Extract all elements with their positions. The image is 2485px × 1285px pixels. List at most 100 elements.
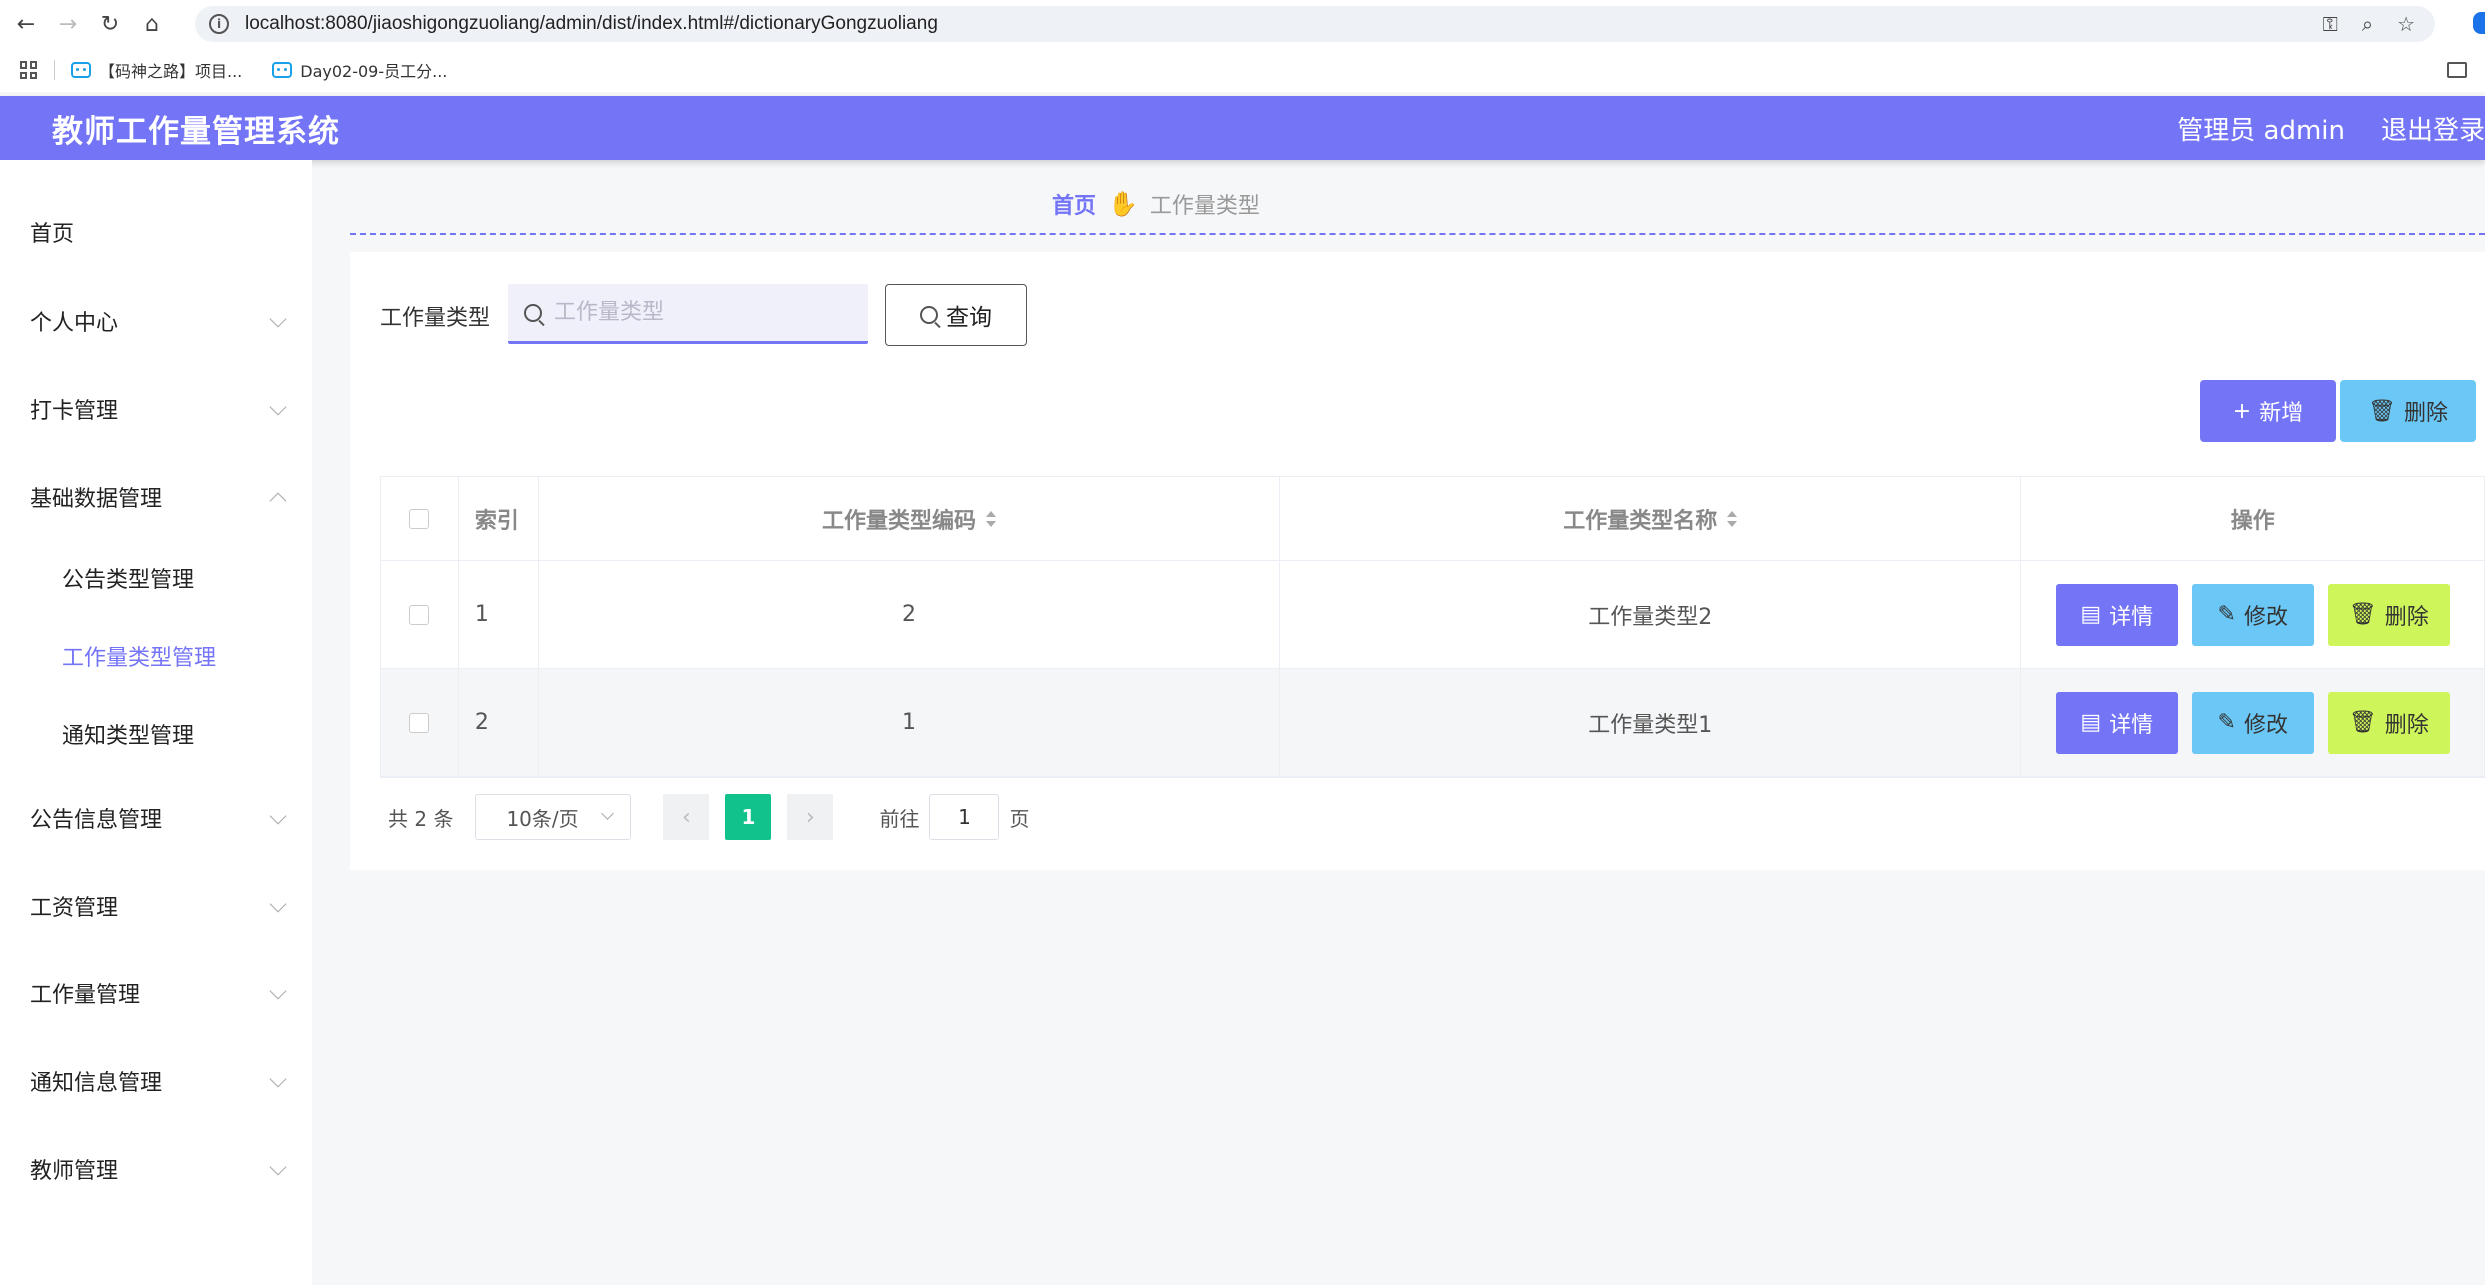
search-label: 工作量类型 xyxy=(380,306,491,331)
sidebar-item-workload[interactable]: 工作量管理 xyxy=(0,963,312,1023)
row-checkbox[interactable] xyxy=(409,604,430,625)
column-header-ops: 操作 xyxy=(2230,508,2275,534)
batch-delete-button[interactable]: 🗑 删除 xyxy=(2340,380,2476,442)
row-index: 2 xyxy=(459,669,539,776)
column-header-name[interactable]: 工作量类型名称 xyxy=(1280,477,2022,560)
page-number-current[interactable]: 1 xyxy=(725,794,772,840)
delete-button[interactable]: 🗑 删除 xyxy=(2327,583,2450,646)
document-icon: ▤ xyxy=(2080,710,2102,735)
sidebar-item-label: 工作量类型管理 xyxy=(62,646,217,671)
edit-button-label: 修改 xyxy=(2243,712,2288,738)
sidebar-item-label: 工作量管理 xyxy=(30,983,141,1008)
hand-icon: ✋ xyxy=(1108,190,1138,218)
edit-button[interactable]: ✎ 修改 xyxy=(2191,583,2314,646)
chevron-down-icon xyxy=(269,1070,287,1088)
detail-button[interactable]: ▤ 详情 xyxy=(2055,583,2178,646)
workload-type-table: 索引 工作量类型编码 工作量类型名称 操作 1 2 工作量类型2 ▤ 详情 ✎ … xyxy=(380,476,2485,778)
pagination-total: 共 2 条 xyxy=(388,806,454,831)
apps-grid-icon[interactable] xyxy=(20,61,38,79)
bookmark-item[interactable]: 【码神之路】项目... xyxy=(71,58,242,82)
row-check-cell xyxy=(381,561,459,668)
password-key-icon[interactable]: ⚿ xyxy=(2323,12,2338,36)
app-header: 教师工作量管理系统 管理员 admin 退出登录 xyxy=(0,96,2485,160)
goto-suffix: 页 xyxy=(1009,806,1030,831)
sidebar-item-label: 公告信息管理 xyxy=(30,808,163,833)
back-icon[interactable]: ← xyxy=(10,8,42,40)
row-name: 工作量类型1 xyxy=(1280,669,2022,776)
query-button[interactable]: 查询 xyxy=(885,284,1027,346)
chevron-down-icon xyxy=(601,807,615,820)
table-row: 2 1 工作量类型1 ▤ 详情 ✎ 修改 🗑 删除 xyxy=(381,669,2484,777)
app-title: 教师工作量管理系统 xyxy=(52,113,340,150)
next-page-button[interactable]: › xyxy=(787,794,834,840)
folder-icon[interactable] xyxy=(2447,62,2467,78)
page-size-select[interactable]: 10条/页 xyxy=(475,794,632,840)
delete-button-label: 删除 xyxy=(2384,604,2429,630)
sidebar-item-label: 打卡管理 xyxy=(30,399,119,424)
row-checkbox[interactable] xyxy=(409,712,430,733)
bilibili-icon xyxy=(71,62,91,78)
sidebar-item-label: 公告类型管理 xyxy=(62,568,195,593)
search-input[interactable] xyxy=(554,300,854,325)
column-header-code[interactable]: 工作量类型编码 xyxy=(539,477,1281,560)
goto-page-input[interactable]: 1 xyxy=(929,794,1000,840)
select-all-checkbox[interactable] xyxy=(409,508,430,529)
search-icon xyxy=(524,303,542,322)
detail-button-label: 详情 xyxy=(2109,604,2154,630)
detail-button[interactable]: ▤ 详情 xyxy=(2055,691,2178,754)
sidebar-item-home[interactable]: 首页 xyxy=(0,202,312,262)
chevron-down-icon xyxy=(269,982,287,1000)
edit-button-label: 修改 xyxy=(2243,604,2288,630)
row-code: 2 xyxy=(539,561,1281,668)
profile-avatar-icon[interactable] xyxy=(2473,12,2485,34)
table-header: 索引 工作量类型编码 工作量类型名称 操作 xyxy=(381,477,2484,561)
sort-icon[interactable] xyxy=(986,510,997,528)
add-button[interactable]: + 新增 xyxy=(2200,380,2336,442)
prev-page-button[interactable]: ‹ xyxy=(663,794,710,840)
edit-button[interactable]: ✎ 修改 xyxy=(2191,691,2314,754)
sort-icon[interactable] xyxy=(1727,510,1738,528)
pencil-icon: ✎ xyxy=(2217,710,2236,735)
sidebar-subitem-workload-type[interactable]: 工作量类型管理 xyxy=(0,626,312,686)
chevron-up-icon xyxy=(269,492,287,510)
sidebar-item-personal-center[interactable]: 个人中心 xyxy=(0,291,312,351)
forward-icon[interactable]: → xyxy=(52,8,84,40)
breadcrumb-current: 工作量类型 xyxy=(1149,194,1260,219)
logout-link[interactable]: 退出登录 xyxy=(2381,110,2485,147)
column-header-label: 工作量类型编码 xyxy=(822,508,977,534)
chevron-down-icon xyxy=(269,398,287,416)
sidebar-item-teacher[interactable]: 教师管理 xyxy=(0,1139,312,1199)
search-field[interactable] xyxy=(508,284,868,344)
address-bar[interactable]: i localhost:8080/jiaoshigongzuoliang/adm… xyxy=(195,6,2435,42)
sidebar-item-salary[interactable]: 工资管理 xyxy=(0,876,312,936)
star-icon[interactable]: ☆ xyxy=(2397,12,2415,36)
sidebar: 首页 个人中心 打卡管理 基础数据管理 公告类型管理 工作量类型管理 通知类型管… xyxy=(0,160,312,1285)
home-icon[interactable]: ⌂ xyxy=(136,8,168,40)
delete-button[interactable]: 🗑 删除 xyxy=(2327,691,2450,754)
current-user: 管理员 admin xyxy=(2177,115,2345,146)
sidebar-subitem-notification-type[interactable]: 通知类型管理 xyxy=(0,704,312,764)
sidebar-item-label: 工资管理 xyxy=(30,896,119,921)
row-code: 1 xyxy=(539,669,1281,776)
column-header-label: 工作量类型名称 xyxy=(1563,508,1718,534)
sidebar-item-label: 通知信息管理 xyxy=(30,1071,163,1096)
query-button-label: 查询 xyxy=(946,305,992,331)
sidebar-item-label: 教师管理 xyxy=(30,1159,119,1184)
sidebar-item-notice-info[interactable]: 公告信息管理 xyxy=(0,788,312,848)
sidebar-subitem-notice-type[interactable]: 公告类型管理 xyxy=(0,548,312,608)
sidebar-item-notification-info[interactable]: 通知信息管理 xyxy=(0,1051,312,1111)
sidebar-item-basic-data[interactable]: 基础数据管理 xyxy=(0,467,312,527)
url-text: localhost:8080/jiaoshigongzuoliang/admin… xyxy=(245,13,938,34)
sidebar-item-checkin[interactable]: 打卡管理 xyxy=(0,379,312,439)
chevron-down-icon xyxy=(269,310,287,328)
site-info-icon[interactable]: i xyxy=(209,14,229,34)
goto-prefix: 前往 xyxy=(879,806,920,831)
pencil-icon: ✎ xyxy=(2217,602,2236,627)
row-actions: ▤ 详情 ✎ 修改 🗑 删除 xyxy=(2021,669,2484,776)
bookmark-item[interactable]: Day02-09-员工分... xyxy=(272,58,447,82)
select-all-cell xyxy=(381,477,459,560)
breadcrumb-home[interactable]: 首页 xyxy=(1052,188,1096,220)
breadcrumb-divider xyxy=(350,233,2485,235)
zoom-icon[interactable]: ⌕ xyxy=(2362,12,2373,36)
reload-icon[interactable]: ↻ xyxy=(94,8,126,40)
